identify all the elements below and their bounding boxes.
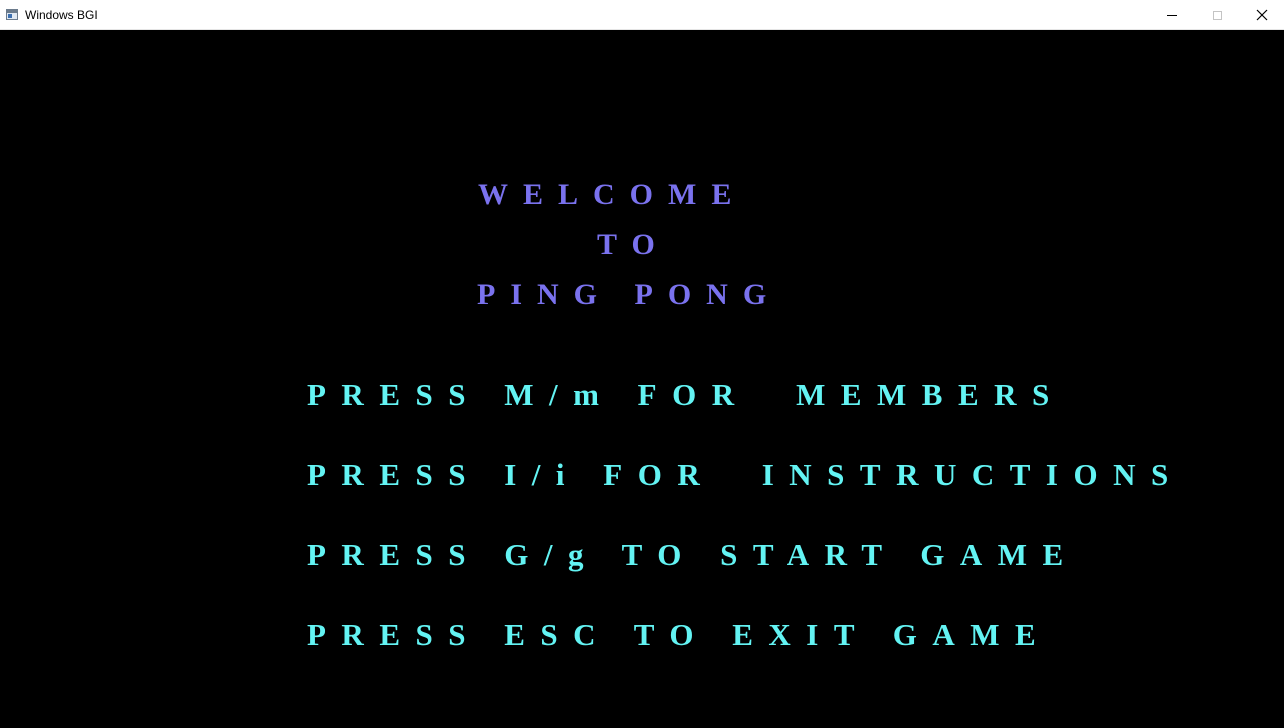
start-game-option: PRESS G/g TO START GAME [307, 537, 1079, 572]
close-button[interactable] [1239, 0, 1284, 30]
game-canvas[interactable]: WELCOME TO PING PONG PRESS M/m FOR MEMBE… [0, 30, 1284, 728]
minimize-icon [1167, 14, 1177, 16]
to-text: TO [597, 228, 670, 261]
members-option: PRESS M/m FOR MEMBERS [307, 377, 1065, 412]
maximize-button[interactable] [1194, 0, 1240, 30]
window-title: Windows BGI [25, 8, 98, 22]
exit-game-option: PRESS ESC TO EXIT GAME [307, 617, 1052, 652]
bgi-window: Windows BGI WELCOME TO PING PONG PRESS M… [0, 0, 1284, 728]
ping-pong-title: PING PONG [477, 278, 782, 311]
welcome-text: WELCOME [478, 178, 747, 211]
minimize-button[interactable] [1149, 0, 1195, 30]
app-window-icon [6, 9, 18, 20]
instructions-option: PRESS I/i FOR INSTRUCTIONS [307, 457, 1184, 492]
title-bar[interactable]: Windows BGI [0, 0, 1284, 30]
close-icon [1256, 9, 1268, 21]
maximize-icon [1212, 10, 1222, 20]
